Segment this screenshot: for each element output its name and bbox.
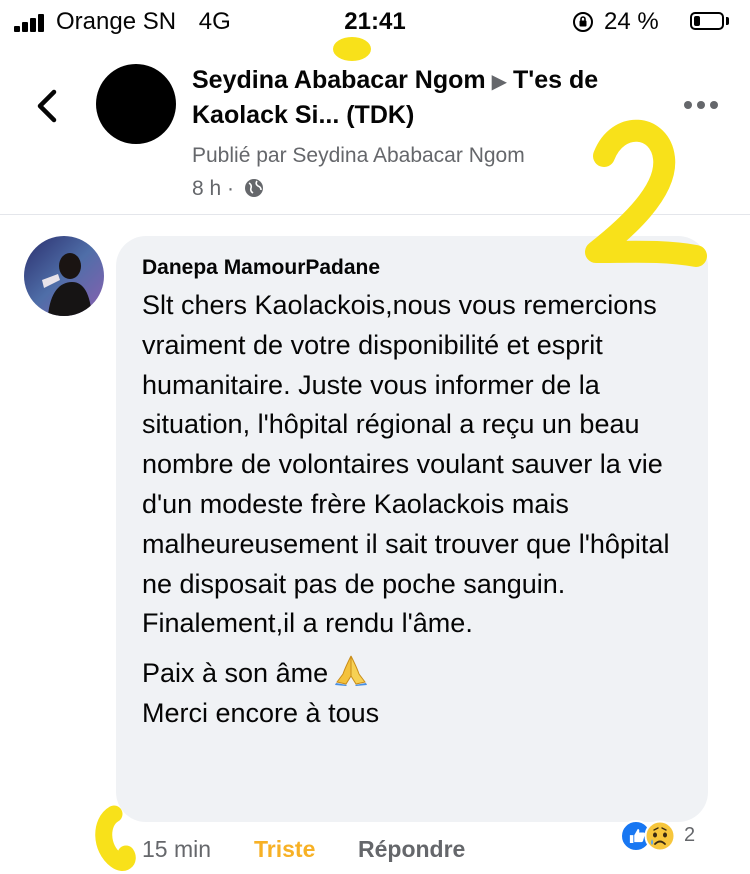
group-avatar[interactable] (96, 64, 176, 144)
posted-by: Publié par Seydina Ababacar Ngom (192, 144, 525, 167)
comment-text: Slt chers Kaolackois,nous vous remercion… (142, 286, 684, 734)
comment-line: Paix à son âme (142, 658, 329, 689)
sad-face-icon (644, 820, 676, 852)
status-bar: Orange SN 4G 21:41 24 % (0, 0, 750, 44)
reaction-button[interactable]: Triste (254, 832, 315, 866)
battery-cap (726, 17, 729, 25)
post-author[interactable]: Seydina Ababacar Ngom (192, 66, 486, 94)
commenter-avatar[interactable] (24, 236, 104, 316)
battery-icon (690, 12, 724, 30)
back-chevron-icon[interactable] (30, 86, 66, 126)
folded-hands-icon (335, 655, 368, 687)
post-header: Seydina Ababacar Ngom ▶ T'es de Kaolack Si… (0, 44, 750, 214)
globe-icon (244, 179, 263, 197)
comment-bubble: Danepa MamourPadane Slt chers Kaolackois… (116, 236, 708, 822)
comment-paragraph: Slt chers Kaolackois,nous vous remercion… (142, 290, 670, 599)
post-age: 8 h (192, 177, 222, 200)
battery-percent: 24 % (604, 8, 659, 35)
header-divider (0, 214, 750, 215)
orientation-lock-icon (573, 12, 593, 32)
commenter-name[interactable]: Danepa MamourPadane (142, 254, 684, 282)
post-meta: 8 h · (192, 175, 264, 203)
reaction-count: 2 (684, 824, 696, 846)
battery-level (694, 16, 701, 26)
comment-time: 15 min (142, 836, 212, 862)
arrow-right-icon: ▶ (491, 71, 507, 93)
comment-paragraph: Paix à son âme (142, 652, 684, 694)
comment-paragraph: Merci encore à tous (142, 697, 380, 728)
reply-button[interactable]: Répondre (358, 832, 465, 866)
more-options-button[interactable] (684, 96, 718, 116)
meta-separator: · (227, 177, 235, 200)
comment-paragraph: Finalement,il a rendu l'âme. (142, 608, 473, 639)
post-title[interactable]: Seydina Ababacar Ngom ▶ T'es de Kaolack Si… (192, 64, 662, 132)
